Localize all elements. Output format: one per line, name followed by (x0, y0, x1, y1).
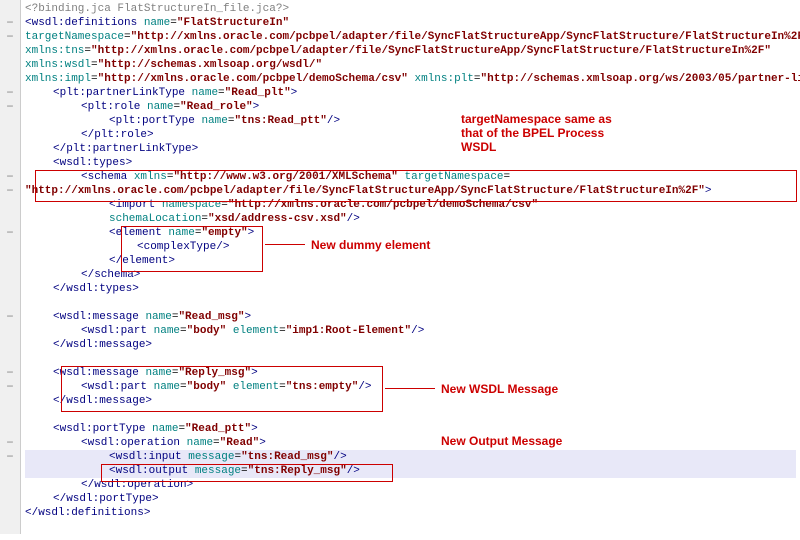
fold-toggle (0, 156, 20, 170)
highlight-box-message (61, 366, 383, 412)
code-line[interactable]: </wsdl:portType> (25, 492, 796, 506)
code-line[interactable]: </plt:partnerLinkType> (25, 142, 796, 156)
highlight-box-element (121, 226, 263, 272)
fold-toggle (0, 422, 20, 436)
annotation-line-message (385, 388, 435, 389)
annotation-namespace-1: targetNamespace same as (461, 112, 612, 126)
annotation-line-element (265, 244, 305, 245)
fold-gutter: −−−−−−−−−−−− (0, 0, 21, 534)
highlight-box-namespace (35, 170, 797, 202)
annotation-namespace-2: that of the BPEL Process (461, 126, 604, 140)
fold-toggle (0, 2, 20, 16)
code-line[interactable]: <wsdl:message name="Read_msg"> (25, 310, 796, 324)
fold-toggle (0, 240, 20, 254)
code-line[interactable]: <wsdl:definitions name="FlatStructureIn" (25, 16, 796, 30)
code-line[interactable]: <wsdl:portType name="Read_ptt"> (25, 422, 796, 436)
fold-toggle (0, 72, 20, 86)
fold-toggle (0, 254, 20, 268)
code-line[interactable]: </wsdl:definitions> (25, 506, 796, 520)
code-line[interactable]: <?binding.jca FlatStructureIn_file.jca?> (25, 2, 796, 16)
fold-toggle[interactable]: − (0, 436, 20, 450)
fold-toggle (0, 478, 20, 492)
code-line[interactable]: <wsdl:input message="tns:Read_msg"/> (25, 450, 796, 464)
fold-toggle[interactable]: − (0, 310, 20, 324)
code-line[interactable]: targetNamespace="http://xmlns.oracle.com… (25, 30, 796, 44)
fold-toggle (0, 58, 20, 72)
code-line[interactable]: <wsdl:operation name="Read"> (25, 436, 796, 450)
code-line[interactable]: <plt:portType name="tns:Read_ptt"/> (25, 114, 796, 128)
fold-toggle[interactable]: − (0, 100, 20, 114)
fold-toggle[interactable]: − (0, 30, 20, 44)
fold-toggle (0, 464, 20, 478)
fold-toggle (0, 352, 20, 366)
fold-toggle[interactable]: − (0, 366, 20, 380)
code-editor[interactable]: targetNamespace same as that of the BPEL… (21, 0, 800, 534)
code-line[interactable] (25, 352, 796, 366)
fold-toggle (0, 338, 20, 352)
code-line[interactable] (25, 296, 796, 310)
fold-toggle[interactable]: − (0, 380, 20, 394)
annotation-element: New dummy element (311, 238, 430, 252)
fold-toggle (0, 282, 20, 296)
fold-toggle (0, 394, 20, 408)
code-line[interactable]: xmlns:impl="http://xmlns.oracle.com/pcbp… (25, 72, 796, 86)
code-line[interactable]: </wsdl:types> (25, 282, 796, 296)
fold-toggle (0, 324, 20, 338)
code-line[interactable]: schemaLocation="xsd/address-csv.xsd"/> (25, 212, 796, 226)
fold-toggle (0, 44, 20, 58)
code-line[interactable]: xmlns:wsdl="http://schemas.xmlsoap.org/w… (25, 58, 796, 72)
fold-toggle (0, 408, 20, 422)
highlight-box-output (101, 464, 393, 482)
fold-toggle[interactable]: − (0, 450, 20, 464)
fold-toggle[interactable]: − (0, 226, 20, 240)
code-line[interactable]: <wsdl:part name="body" element="imp1:Roo… (25, 324, 796, 338)
fold-toggle (0, 142, 20, 156)
fold-toggle[interactable]: − (0, 170, 20, 184)
fold-toggle (0, 268, 20, 282)
fold-toggle (0, 520, 20, 534)
annotation-namespace-3: WSDL (461, 140, 496, 154)
fold-toggle (0, 212, 20, 226)
annotation-output: New Output Message (441, 434, 562, 448)
code-line[interactable]: <wsdl:types> (25, 156, 796, 170)
fold-toggle (0, 114, 20, 128)
fold-toggle (0, 128, 20, 142)
code-line[interactable]: </plt:role> (25, 128, 796, 142)
fold-toggle (0, 492, 20, 506)
fold-toggle (0, 506, 20, 520)
code-line[interactable]: <plt:role name="Read_role"> (25, 100, 796, 114)
code-line[interactable]: </wsdl:message> (25, 338, 796, 352)
code-line[interactable]: <plt:partnerLinkType name="Read_plt"> (25, 86, 796, 100)
code-line[interactable]: xmlns:tns="http://xmlns.oracle.com/pcbpe… (25, 44, 796, 58)
fold-toggle (0, 296, 20, 310)
fold-toggle (0, 198, 20, 212)
annotation-message: New WSDL Message (441, 382, 558, 396)
fold-toggle[interactable]: − (0, 86, 20, 100)
fold-toggle[interactable]: − (0, 184, 20, 198)
fold-toggle[interactable]: − (0, 16, 20, 30)
